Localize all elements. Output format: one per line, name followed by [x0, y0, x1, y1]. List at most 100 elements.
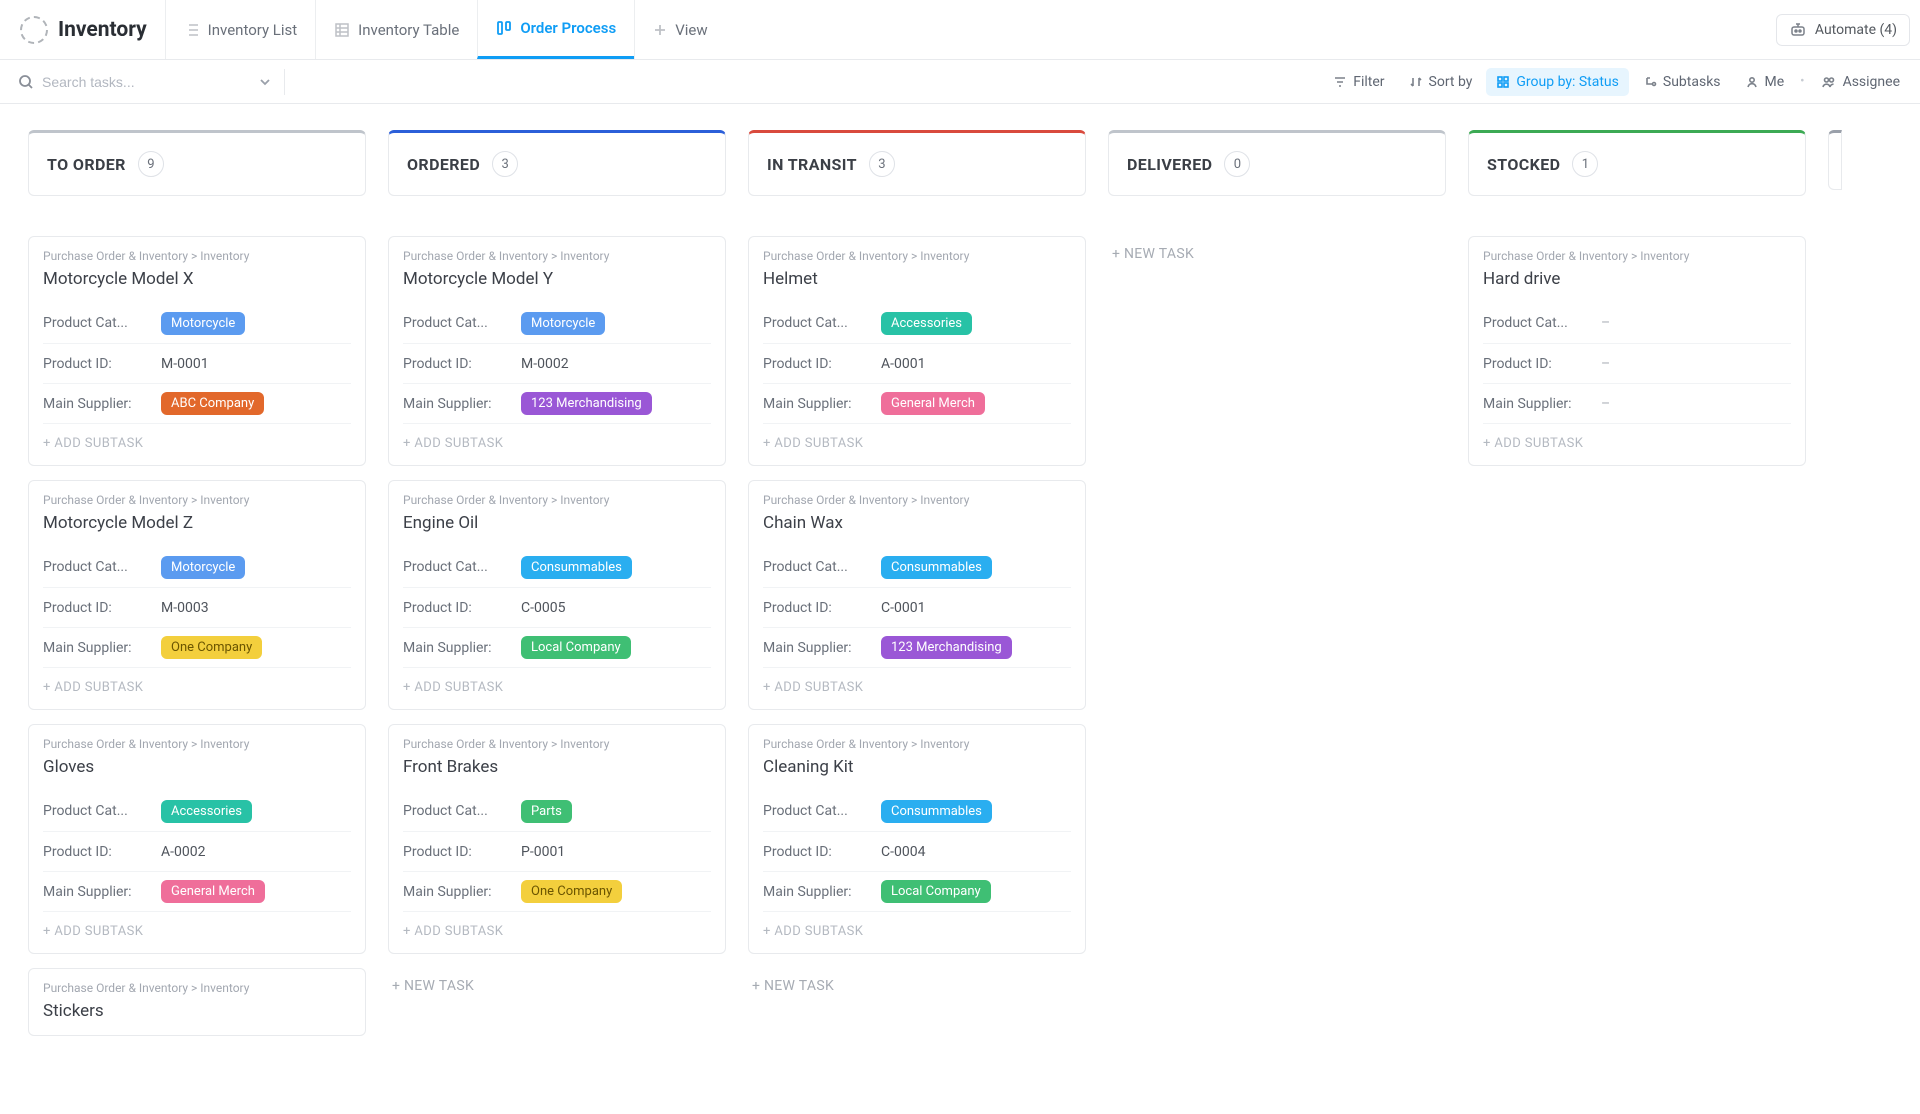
search-icon	[18, 74, 34, 90]
filter-label: Filter	[1353, 74, 1384, 90]
column-title: ORDERED	[407, 155, 480, 174]
tag-pill: Consummables	[881, 800, 992, 823]
card-title: Gloves	[43, 757, 351, 777]
count-badge: 3	[492, 151, 518, 177]
list-icon	[184, 22, 200, 38]
field-label: Product ID:	[43, 600, 161, 616]
task-card[interactable]: Purchase Order & Inventory > Inventory Ch…	[748, 480, 1086, 710]
search-input[interactable]	[42, 74, 212, 90]
field-label: Product ID:	[763, 844, 881, 860]
column-ordered: ORDERED 3 Purchase Order & Inventory > Inv…	[388, 130, 726, 1004]
column-title: DELIVERED	[1127, 155, 1212, 174]
new-task-button[interactable]: + NEW TASK	[1108, 236, 1446, 272]
breadcrumb: Purchase Order & Inventory > Inventory	[43, 249, 351, 263]
add-subtask-button[interactable]: + ADD SUBTASK	[403, 423, 711, 465]
task-card[interactable]: Purchase Order & Inventory > Inventory Mo…	[28, 236, 366, 466]
tag-pill: Consummables	[521, 556, 632, 579]
task-card[interactable]: Purchase Order & Inventory > InventoryMo…	[28, 480, 366, 710]
card-title: Front Brakes	[403, 757, 711, 777]
field-label: Main Supplier:	[763, 396, 881, 412]
field-label: Main Supplier:	[403, 884, 521, 900]
add-subtask-button[interactable]: + ADD SUBTASK	[763, 667, 1071, 709]
task-card[interactable]: Purchase Order & Inventory > InventoryEn…	[388, 480, 726, 710]
task-card[interactable]: Purchase Order & Inventory > InventoryGl…	[28, 724, 366, 954]
me-label: Me	[1765, 74, 1785, 90]
tag-pill: Parts	[521, 800, 572, 823]
field-row: Product ID:C-0005	[403, 587, 711, 627]
column-header[interactable]: DELIVERED0	[1108, 130, 1446, 196]
field-label: Main Supplier:	[43, 396, 161, 412]
tab-add-view[interactable]: View	[634, 0, 725, 59]
field-row: Main Supplier:General Merch	[43, 871, 351, 911]
field-label: Product ID:	[403, 600, 521, 616]
product-id-value: A-0001	[881, 356, 925, 372]
add-subtask-button[interactable]: + ADD SUBTASK	[43, 911, 351, 953]
top-header: Inventory Inventory List Inventory Table…	[0, 0, 1920, 60]
card-title: Motorcycle Model X	[43, 269, 351, 289]
field-row: Main Supplier:One Company	[43, 627, 351, 667]
add-subtask-button[interactable]: + ADD SUBTASK	[763, 423, 1071, 465]
add-subtask-button[interactable]: + ADD SUBTASK	[403, 911, 711, 953]
column-header[interactable]: ORDERED 3	[388, 130, 726, 196]
subtasks-button[interactable]: Subtasks	[1633, 68, 1731, 96]
field-row: Main Supplier:Local Company	[403, 627, 711, 667]
collapsed-column[interactable]	[1828, 130, 1842, 190]
card-title: Hard drive	[1483, 269, 1791, 289]
add-subtask-button[interactable]: + ADD SUBTASK	[403, 667, 711, 709]
card-title: Stickers	[43, 1001, 351, 1021]
tab-inventory-table[interactable]: Inventory Table	[315, 0, 477, 59]
automate-button[interactable]: Automate (4)	[1776, 14, 1910, 46]
assignee-button[interactable]: Assignee	[1811, 68, 1910, 96]
tag-pill: General Merch	[881, 392, 985, 415]
task-card[interactable]: Purchase Order & Inventory > InventoryMo…	[388, 236, 726, 466]
field-row: Product Cat...Accessories	[43, 791, 351, 831]
chevron-down-icon[interactable]	[258, 75, 272, 89]
tab-inventory-list[interactable]: Inventory List	[165, 0, 316, 59]
tag-pill: Motorcycle	[161, 312, 245, 335]
field-label: Product ID:	[1483, 356, 1601, 372]
task-card[interactable]: Purchase Order & Inventory > InventorySt…	[28, 968, 366, 1036]
field-label: Product ID:	[763, 356, 881, 372]
field-label: Product Cat...	[403, 559, 521, 575]
product-id-value: C-0004	[881, 844, 925, 860]
task-card[interactable]: Purchase Order & Inventory > Inventory Ha…	[1468, 236, 1806, 466]
card-title: Motorcycle Model Y	[403, 269, 711, 289]
new-task-button[interactable]: + NEW TASK	[748, 968, 1086, 1004]
add-subtask-button[interactable]: + ADD SUBTASK	[43, 423, 351, 465]
breadcrumb: Purchase Order & Inventory > Inventory	[1483, 249, 1791, 263]
task-card[interactable]: Purchase Order & Inventory > InventoryHe…	[748, 236, 1086, 466]
filter-button[interactable]: Filter	[1323, 68, 1394, 96]
task-card[interactable]: Purchase Order & Inventory > Inventory Fr…	[388, 724, 726, 954]
field-row: Product Cat...Parts	[403, 791, 711, 831]
field-row: Product ID:C-0004	[763, 831, 1071, 871]
new-task-button[interactable]: + NEW TASK	[388, 968, 726, 1004]
field-row: Product ID:P-0001	[403, 831, 711, 871]
breadcrumb: Purchase Order & Inventory > Inventory	[403, 737, 711, 751]
group-button[interactable]: Group by: Status	[1486, 68, 1628, 96]
column-header[interactable]: STOCKED1	[1468, 130, 1806, 196]
card-title: Chain Wax	[763, 513, 1071, 533]
empty-value: –	[1601, 315, 1610, 331]
tab-order-process[interactable]: Order Process	[477, 0, 634, 59]
field-label: Product ID:	[403, 844, 521, 860]
field-row: Product ID:A-0002	[43, 831, 351, 871]
field-row: Product ID:–	[1483, 343, 1791, 383]
column-header[interactable]: IN TRANSIT3	[748, 130, 1086, 196]
add-subtask-button[interactable]: + ADD SUBTASK	[1483, 423, 1791, 465]
me-button[interactable]: Me	[1735, 68, 1795, 96]
field-row: Product ID:M-0002	[403, 343, 711, 383]
field-label: Main Supplier:	[763, 640, 881, 656]
field-label: Main Supplier:	[43, 640, 161, 656]
column-header[interactable]: TO ORDER9	[28, 130, 366, 196]
field-label: Product Cat...	[43, 803, 161, 819]
add-subtask-button[interactable]: + ADD SUBTASK	[763, 911, 1071, 953]
count-badge: 3	[869, 151, 895, 177]
field-row: Product Cat...Motorcycle	[43, 547, 351, 587]
plus-icon	[653, 23, 667, 37]
page-title: Inventory	[58, 18, 147, 42]
add-subtask-button[interactable]: + ADD SUBTASK	[43, 667, 351, 709]
task-card[interactable]: Purchase Order & Inventory > InventoryCl…	[748, 724, 1086, 954]
breadcrumb: Purchase Order & Inventory > Inventory	[763, 493, 1071, 507]
field-label: Product Cat...	[403, 315, 521, 331]
sort-button[interactable]: Sort by	[1399, 68, 1483, 96]
